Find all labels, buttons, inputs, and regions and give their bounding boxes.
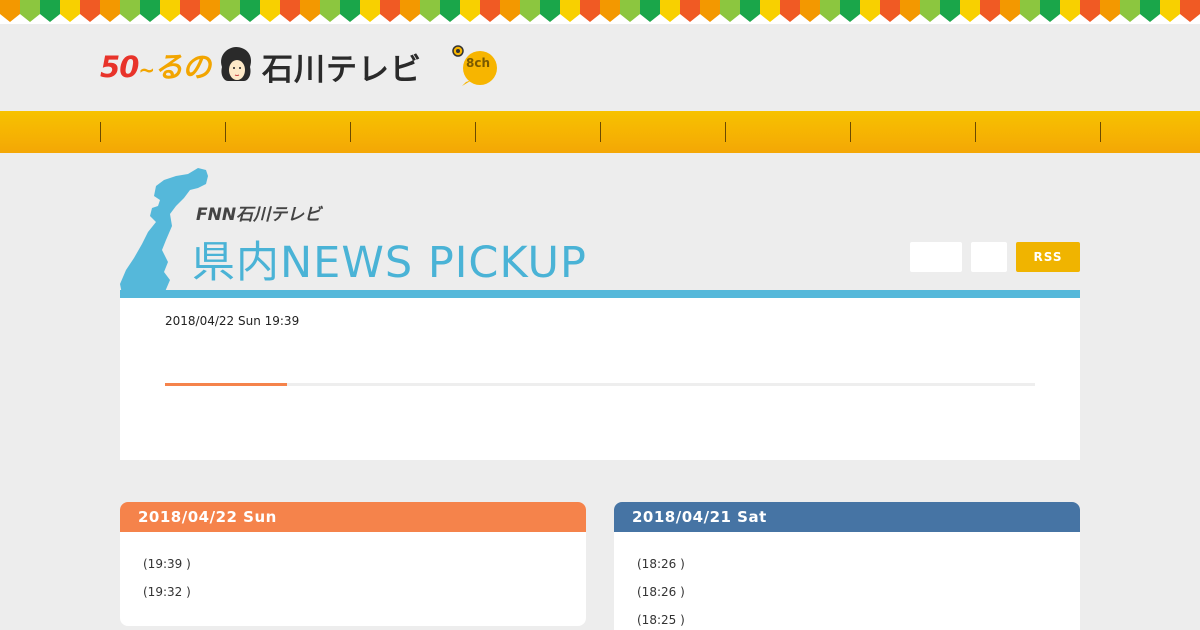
nav-separator: [725, 122, 726, 142]
like-button[interactable]: [971, 242, 1007, 272]
day-card-today: 2018/04/22 Sun (19:39 ) (19:32 ): [120, 502, 586, 626]
day-card-date: 2018/04/22 Sun: [120, 502, 586, 532]
anniversary-logo-text: 50~るの: [100, 50, 211, 84]
site-logo[interactable]: 50~るの 石川テレビ 8ch: [100, 40, 502, 88]
news-list-item[interactable]: (19:32 ): [143, 584, 586, 612]
nav-separator: [600, 122, 601, 142]
page-title: 県内NEWS PICKUP: [192, 238, 587, 288]
nav-separator: [850, 122, 851, 142]
news-slider: 2018/04/22 Sun 19:39: [120, 298, 1080, 460]
news-list-item[interactable]: (19:39 ): [143, 556, 586, 584]
slider-progress-fill: [165, 383, 287, 386]
news-list-item[interactable]: (18:26 ): [637, 584, 1080, 612]
title-underline: [120, 290, 1080, 298]
nav-separator: [975, 122, 976, 142]
day-card-date: 2018/04/21 Sat: [614, 502, 1080, 532]
nav-separator: [350, 122, 351, 142]
station-name: 石川テレビ: [262, 52, 422, 88]
site-header: 50~るの 石川テレビ 8ch: [0, 0, 1200, 111]
mascot-face-icon: [221, 47, 252, 81]
news-list-item[interactable]: (18:26 ): [637, 556, 1080, 584]
news-list-item[interactable]: (18:25 ): [637, 612, 1080, 630]
share-button[interactable]: [910, 242, 962, 272]
global-nav: [0, 111, 1200, 153]
fnn-ishikawa-logo: FNN石川テレビ: [196, 205, 322, 225]
nav-separator: [100, 122, 101, 142]
slider-progress-track: [165, 383, 1035, 386]
news-timestamp: 2018/04/22 Sun 19:39: [165, 314, 300, 328]
nav-separator: [475, 122, 476, 142]
news-list: (19:39 ) (19:32 ): [120, 532, 586, 612]
nav-separator: [1100, 122, 1101, 142]
rss-button[interactable]: RSS: [1016, 242, 1080, 272]
day-card-previous: 2018/04/21 Sat (18:26 ) (18:26 ) (18:25 …: [614, 502, 1080, 630]
nav-separator: [225, 122, 226, 142]
channel-number: 8ch: [466, 56, 491, 70]
news-list: (18:26 ) (18:26 ) (18:25 ): [614, 532, 1080, 630]
